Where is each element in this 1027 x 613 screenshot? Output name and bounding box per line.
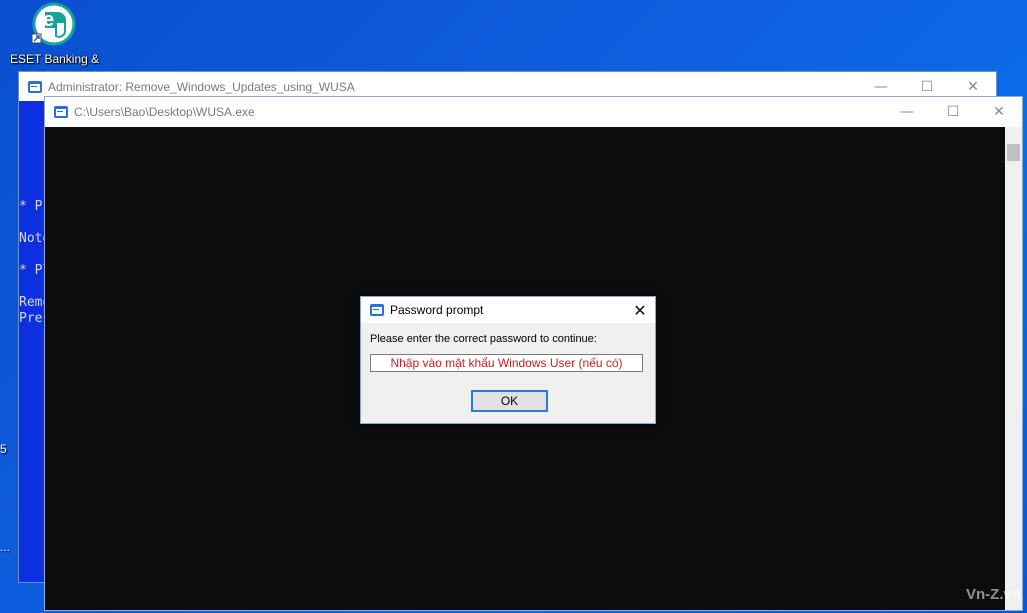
scrollbar-thumb[interactable] xyxy=(1007,144,1020,161)
eset-logo-icon: e xyxy=(32,2,76,46)
desktop-edge-glyph: 5 xyxy=(0,442,7,456)
dialog-app-icon xyxy=(370,304,384,316)
dialog-message: Please enter the correct password to con… xyxy=(370,333,597,345)
vertical-scrollbar[interactable] xyxy=(1005,127,1022,610)
console-line: * P xyxy=(19,199,43,214)
ok-button[interactable]: OK xyxy=(471,390,548,412)
front-window-title: C:\Users\Bao\Desktop\WUSA.exe xyxy=(74,105,255,119)
desktop-edge-glyph: ... xyxy=(0,540,11,554)
maximize-button[interactable]: ☐ xyxy=(930,97,976,126)
close-button[interactable]: ✕ xyxy=(976,97,1022,126)
minimize-button[interactable]: — xyxy=(884,97,930,126)
password-prompt-dialog[interactable]: Password prompt ✕ Please enter the corre… xyxy=(360,296,656,424)
dialog-title: Password prompt xyxy=(390,303,484,317)
front-window-titlebar[interactable]: C:\Users\Bao\Desktop\WUSA.exe — ☐ ✕ xyxy=(45,97,1022,127)
dialog-titlebar[interactable]: Password prompt ✕ xyxy=(361,297,655,323)
dialog-close-button[interactable]: ✕ xyxy=(625,297,655,323)
console-app-icon xyxy=(54,106,68,118)
console-app-icon xyxy=(28,80,42,93)
watermark: Vn-Z.vn xyxy=(966,586,1021,603)
password-input[interactable] xyxy=(370,354,643,372)
back-window-title: Administrator: Remove_Windows_Updates_us… xyxy=(48,79,355,94)
svg-text:e: e xyxy=(43,9,54,31)
